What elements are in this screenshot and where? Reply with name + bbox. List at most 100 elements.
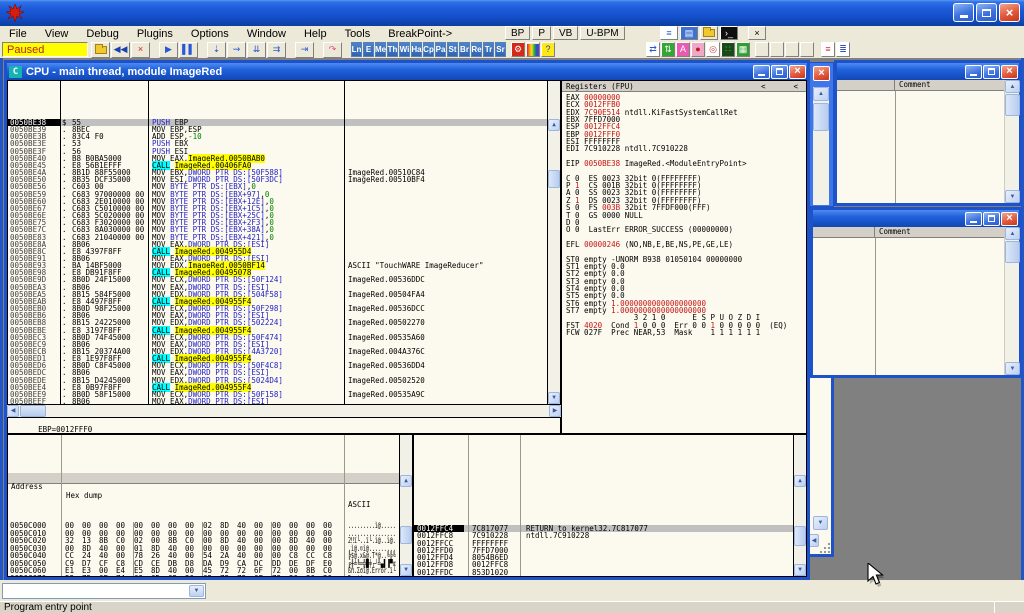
appearance-icon[interactable] <box>526 42 540 57</box>
scrollbar[interactable]: ▲ ▼ <box>1004 227 1019 375</box>
animate-over-icon[interactable]: ⇉ <box>267 42 286 58</box>
folder-icon[interactable] <box>700 26 718 40</box>
scroll-thumb[interactable] <box>20 405 46 417</box>
disasm-row[interactable]: 0050BE8C.E8 4397F8FFCALL ImageRed.004955… <box>8 248 560 255</box>
resize-grip[interactable] <box>819 542 830 553</box>
scroll-down-icon[interactable]: ▼ <box>794 564 806 576</box>
disasm-scrollbar[interactable]: ▲ ▼ <box>547 81 560 404</box>
dump-pane[interactable]: Address Hex dump ASCII 0050C000000000000… <box>7 434 413 577</box>
scroll-down-icon[interactable]: ▼ <box>548 392 560 404</box>
disasm-row[interactable]: 0050BEE9.8B0D 58F15000MOV ECX,DWORD PTR … <box>8 391 560 398</box>
close-button[interactable]: × <box>999 3 1020 22</box>
disasm-h-scrollbar[interactable]: ◀ ▶ <box>7 405 561 417</box>
register-line[interactable]: EDI 7C910228 ntdll.7C910228 <box>566 145 806 152</box>
minimize-button[interactable] <box>965 65 982 79</box>
registers-prev-icon[interactable]: < <box>761 82 794 91</box>
disasm-row[interactable]: 0050BE3B.83C4 F0ADD ESP,-10 <box>8 133 560 140</box>
menu-button-vb[interactable]: VB <box>553 26 578 40</box>
scroll-thumb[interactable] <box>1005 94 1020 116</box>
scroll-up-icon[interactable]: ▲ <box>813 87 829 101</box>
disasm-row[interactable]: 0050BEB0.8B0D 98F25000MOV ECX,DWORD PTR … <box>8 305 560 312</box>
window-button-me[interactable]: Me <box>375 42 386 57</box>
toolbar-blank-button[interactable] <box>770 42 784 57</box>
window-button-pa[interactable]: Pa <box>435 42 446 57</box>
registers-prev2-icon[interactable]: < <box>793 82 806 91</box>
menu-item-options[interactable]: Options <box>182 28 238 40</box>
scroll-up-icon[interactable]: ▲ <box>548 119 560 131</box>
combobox-dropdown-icon[interactable]: ▼ <box>189 585 204 597</box>
toolbar-blank-button[interactable] <box>800 42 814 57</box>
updown-arrows-icon[interactable]: ⇅ <box>661 42 675 57</box>
maximize-button[interactable] <box>771 65 788 79</box>
dump-row[interactable]: 0050C07052756E74696D65206572726F72202020… <box>8 575 412 578</box>
pause-icon[interactable]: ▌▌ <box>179 42 198 58</box>
registers-pane[interactable]: Registers (FPU) < < EAX 00000000ECX 0012… <box>561 80 807 434</box>
close-button[interactable]: × <box>1001 65 1018 79</box>
window-button-re[interactable]: Re <box>471 42 482 57</box>
menu-item-view[interactable]: View <box>36 28 78 40</box>
disasm-row[interactable]: 0050BE3E.53PUSH EBX <box>8 140 560 147</box>
register-line[interactable]: T 0 GS 0000 NULL <box>566 212 806 219</box>
window-button-wi[interactable]: Wi <box>399 42 410 57</box>
window-button-cp[interactable]: Cp <box>423 42 434 57</box>
command-combobox[interactable]: ▼ <box>2 583 206 599</box>
swap-arrows-icon[interactable]: ⇄ <box>646 42 660 57</box>
menu-item-breakpoint[interactable]: BreakPoint-> <box>379 28 461 40</box>
minimize-button[interactable] <box>753 65 770 79</box>
scroll-down-icon[interactable]: ▼ <box>400 564 412 576</box>
menu-button-bp[interactable]: BP <box>505 26 530 40</box>
step-into-icon[interactable]: ⇣ <box>207 42 226 58</box>
register-line[interactable]: EIP 0050BE38 ImageRed.<ModuleEntryPoint> <box>566 160 806 167</box>
scroll-thumb[interactable] <box>400 526 412 544</box>
restore-button[interactable] <box>976 3 997 22</box>
scroll-down-icon[interactable]: ▼ <box>1005 362 1020 375</box>
menu-button-p[interactable]: P <box>532 26 551 40</box>
restart-icon[interactable]: ◀◀ <box>111 42 130 58</box>
window-button-tr[interactable]: Tr <box>483 42 494 57</box>
side-window-title-bar[interactable]: × <box>813 210 1019 227</box>
dump-scrollbar[interactable]: ▲ ▼ <box>399 435 412 576</box>
window-button-sr[interactable]: Sr <box>495 42 506 57</box>
window-button-br[interactable]: Br <box>459 42 470 57</box>
close-button[interactable]: × <box>789 65 806 79</box>
minimize-button[interactable] <box>953 3 974 22</box>
scroll-up-icon[interactable]: ▲ <box>794 475 806 487</box>
menu-item-debug[interactable]: Debug <box>77 28 127 40</box>
menu-item-file[interactable]: File <box>0 28 36 40</box>
scroll-up-icon[interactable]: ▲ <box>1005 80 1020 93</box>
window-button-e[interactable]: E <box>363 42 374 57</box>
close-program-icon[interactable]: × <box>131 42 150 58</box>
maximize-button[interactable] <box>983 212 1000 226</box>
scroll-down-icon[interactable]: ▼ <box>1005 190 1020 203</box>
disasm-row[interactable]: 0050BE38$55PUSH EBP <box>8 119 560 126</box>
letter-a-icon[interactable]: A <box>676 42 690 57</box>
register-line[interactable]: EFL 00000246 (NO,NB,E,BE,NS,PE,GE,LE) <box>566 241 806 248</box>
menu-button-ubpm[interactable]: U-BPM <box>580 26 624 40</box>
step-over-icon[interactable]: ⇝ <box>227 42 246 58</box>
toolbar-blank-button[interactable] <box>785 42 799 57</box>
settings-icon[interactable]: ⚙ <box>511 42 525 57</box>
minimize-button[interactable] <box>965 212 982 226</box>
register-line[interactable]: O 0 LastErr ERROR_SUCCESS (00000000) <box>566 226 806 233</box>
disasm-row[interactable]: 0050BE9D.8B0D 24F15000MOV ECX,DWORD PTR … <box>8 276 560 283</box>
help-icon[interactable]: ? <box>541 42 555 57</box>
stack-pane[interactable]: 0012FFC47C817077RETURN to kernel32.7C817… <box>413 434 807 577</box>
stack-row[interactable]: 0012FFE0FFFFFFFFEnd of SEH chain <box>414 576 806 577</box>
console-icon[interactable]: ›_ <box>720 26 738 40</box>
toolbar-blank-button[interactable] <box>755 42 769 57</box>
scroll-left-icon[interactable]: ◀ <box>809 534 819 547</box>
menu-item-window[interactable]: Window <box>238 28 295 40</box>
scroll-down-icon[interactable]: ▼ <box>813 516 828 530</box>
book-icon[interactable]: ▤ <box>680 26 698 40</box>
matrix-icon[interactable]: ∷ <box>721 42 735 57</box>
scroll-right-icon[interactable]: ▶ <box>549 405 561 417</box>
scroll-thumb[interactable] <box>548 170 560 188</box>
scroll-thumb[interactable] <box>794 526 806 546</box>
window-button-th[interactable]: Th <box>387 42 398 57</box>
animate-into-icon[interactable]: ⇊ <box>247 42 266 58</box>
notes-icon[interactable]: ≡ <box>660 26 678 40</box>
scroll-left-icon[interactable]: ◀ <box>7 405 19 417</box>
close-button[interactable]: × <box>1001 212 1018 226</box>
scroll-thumb[interactable] <box>1005 241 1020 263</box>
record-dot-icon[interactable]: ● <box>691 42 705 57</box>
